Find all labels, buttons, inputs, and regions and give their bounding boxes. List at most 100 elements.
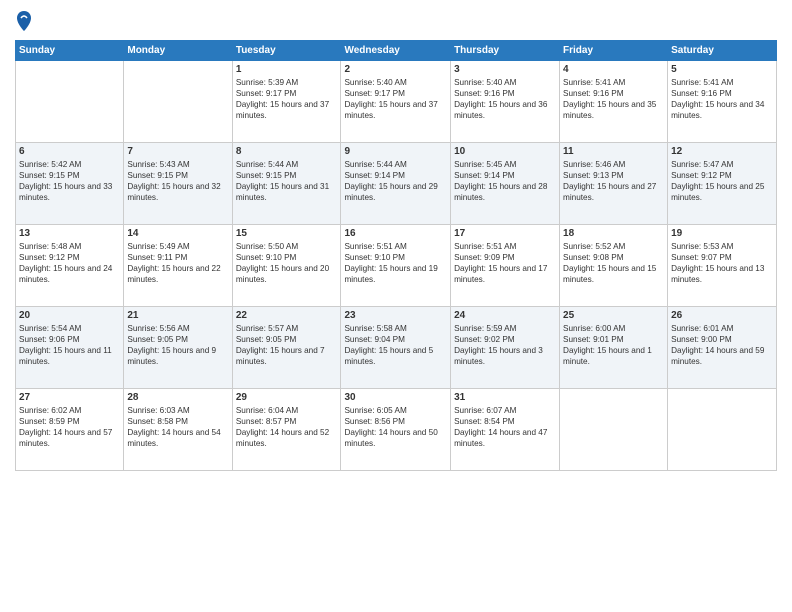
day-number: 31 <box>454 392 556 403</box>
weekday-header-monday: Monday <box>124 41 232 61</box>
calendar-cell: 24 Sunrise: 5:59 AMSunset: 9:02 PMDayligh… <box>451 307 560 389</box>
day-info: Sunrise: 6:00 AMSunset: 9:01 PMDaylight:… <box>563 323 664 367</box>
page-header <box>15 10 777 32</box>
day-number: 24 <box>454 310 556 321</box>
day-info: Sunrise: 5:46 AMSunset: 9:13 PMDaylight:… <box>563 159 664 203</box>
calendar-cell: 12 Sunrise: 5:47 AMSunset: 9:12 PMDayligh… <box>668 143 777 225</box>
day-number: 26 <box>671 310 773 321</box>
day-info: Sunrise: 5:51 AMSunset: 9:10 PMDaylight:… <box>344 241 447 285</box>
calendar-cell: 6 Sunrise: 5:42 AMSunset: 9:15 PMDaylight… <box>16 143 124 225</box>
calendar-cell: 14 Sunrise: 5:49 AMSunset: 9:11 PMDayligh… <box>124 225 232 307</box>
calendar-cell: 26 Sunrise: 6:01 AMSunset: 9:00 PMDayligh… <box>668 307 777 389</box>
calendar-cell: 22Sunrise: 5:57 AMSunset: 9:05 PMDayligh… <box>232 307 341 389</box>
calendar-cell: 13 Sunrise: 5:48 AMSunset: 9:12 PMDayligh… <box>16 225 124 307</box>
day-number: 25 <box>563 310 664 321</box>
calendar-cell: 30 Sunrise: 6:05 AMSunset: 8:56 PMDayligh… <box>341 389 451 471</box>
day-info: Sunrise: 5:48 AMSunset: 9:12 PMDaylight:… <box>19 241 120 285</box>
calendar-cell: 28 Sunrise: 6:03 AMSunset: 8:58 PMDayligh… <box>124 389 232 471</box>
day-number: 23 <box>344 310 447 321</box>
day-number: 10 <box>454 146 556 157</box>
calendar-cell: 29Sunrise: 6:04 AMSunset: 8:57 PMDayligh… <box>232 389 341 471</box>
day-number: 3 <box>454 64 556 75</box>
calendar-cell: 9Sunrise: 5:44 AMSunset: 9:14 PMDaylight… <box>341 143 451 225</box>
day-number: 21 <box>127 310 228 321</box>
day-number: 19 <box>671 228 773 239</box>
day-number: 2 <box>344 64 447 75</box>
calendar-week-5: 27 Sunrise: 6:02 AMSunset: 8:59 PMDayligh… <box>16 389 777 471</box>
calendar-cell: 20 Sunrise: 5:54 AMSunset: 9:06 PMDayligh… <box>16 307 124 389</box>
calendar-cell: 19Sunrise: 5:53 AMSunset: 9:07 PMDayligh… <box>668 225 777 307</box>
day-info: Sunrise: 5:43 AMSunset: 9:15 PMDaylight:… <box>127 159 228 203</box>
day-info: Sunrise: 5:47 AMSunset: 9:12 PMDaylight:… <box>671 159 773 203</box>
day-info: Sunrise: 6:01 AMSunset: 9:00 PMDaylight:… <box>671 323 773 367</box>
calendar-week-2: 6 Sunrise: 5:42 AMSunset: 9:15 PMDaylight… <box>16 143 777 225</box>
day-number: 13 <box>19 228 120 239</box>
calendar-table: SundayMondayTuesdayWednesdayThursdayFrid… <box>15 40 777 471</box>
day-number: 17 <box>454 228 556 239</box>
day-number: 30 <box>344 392 447 403</box>
day-info: Sunrise: 5:57 AMSunset: 9:05 PMDaylight:… <box>236 323 338 367</box>
calendar-cell: 11 Sunrise: 5:46 AMSunset: 9:13 PMDayligh… <box>560 143 668 225</box>
day-info: Sunrise: 5:50 AMSunset: 9:10 PMDaylight:… <box>236 241 338 285</box>
calendar-cell <box>16 61 124 143</box>
calendar-week-4: 20 Sunrise: 5:54 AMSunset: 9:06 PMDayligh… <box>16 307 777 389</box>
day-info: Sunrise: 5:49 AMSunset: 9:11 PMDaylight:… <box>127 241 228 285</box>
day-number: 27 <box>19 392 120 403</box>
weekday-header-sunday: Sunday <box>16 41 124 61</box>
calendar-cell: 18Sunrise: 5:52 AMSunset: 9:08 PMDayligh… <box>560 225 668 307</box>
calendar-cell: 5 Sunrise: 5:41 AMSunset: 9:16 PMDaylight… <box>668 61 777 143</box>
day-info: Sunrise: 5:41 AMSunset: 9:16 PMDaylight:… <box>671 77 773 121</box>
calendar-cell: 4 Sunrise: 5:41 AMSunset: 9:16 PMDaylight… <box>560 61 668 143</box>
logo-icon <box>15 10 33 32</box>
calendar-cell <box>560 389 668 471</box>
day-info: Sunrise: 5:40 AMSunset: 9:16 PMDaylight:… <box>454 77 556 121</box>
calendar-cell <box>668 389 777 471</box>
calendar-cell: 27 Sunrise: 6:02 AMSunset: 8:59 PMDayligh… <box>16 389 124 471</box>
day-number: 28 <box>127 392 228 403</box>
day-info: Sunrise: 5:39 AMSunset: 9:17 PMDaylight:… <box>236 77 338 121</box>
day-number: 15 <box>236 228 338 239</box>
day-number: 8 <box>236 146 338 157</box>
weekday-header-thursday: Thursday <box>451 41 560 61</box>
calendar-cell: 2 Sunrise: 5:40 AMSunset: 9:17 PMDaylight… <box>341 61 451 143</box>
day-number: 29 <box>236 392 338 403</box>
weekday-header-tuesday: Tuesday <box>232 41 341 61</box>
day-number: 5 <box>671 64 773 75</box>
day-number: 4 <box>563 64 664 75</box>
day-info: Sunrise: 5:51 AMSunset: 9:09 PMDaylight:… <box>454 241 556 285</box>
day-info: Sunrise: 5:41 AMSunset: 9:16 PMDaylight:… <box>563 77 664 121</box>
weekday-header-friday: Friday <box>560 41 668 61</box>
day-info: Sunrise: 6:05 AMSunset: 8:56 PMDaylight:… <box>344 405 447 449</box>
day-info: Sunrise: 5:54 AMSunset: 9:06 PMDaylight:… <box>19 323 120 367</box>
calendar-cell: 23 Sunrise: 5:58 AMSunset: 9:04 PMDayligh… <box>341 307 451 389</box>
day-number: 12 <box>671 146 773 157</box>
logo <box>15 10 36 32</box>
day-info: Sunrise: 5:40 AMSunset: 9:17 PMDaylight:… <box>344 77 447 121</box>
day-number: 14 <box>127 228 228 239</box>
day-number: 7 <box>127 146 228 157</box>
day-info: Sunrise: 6:03 AMSunset: 8:58 PMDaylight:… <box>127 405 228 449</box>
calendar-cell: 17 Sunrise: 5:51 AMSunset: 9:09 PMDayligh… <box>451 225 560 307</box>
calendar-cell: 31 Sunrise: 6:07 AMSunset: 8:54 PMDayligh… <box>451 389 560 471</box>
day-number: 6 <box>19 146 120 157</box>
day-number: 11 <box>563 146 664 157</box>
calendar-cell: 16Sunrise: 5:51 AMSunset: 9:10 PMDayligh… <box>341 225 451 307</box>
day-info: Sunrise: 5:58 AMSunset: 9:04 PMDaylight:… <box>344 323 447 367</box>
day-number: 1 <box>236 64 338 75</box>
day-number: 18 <box>563 228 664 239</box>
calendar-week-1: 1 Sunrise: 5:39 AMSunset: 9:17 PMDaylight… <box>16 61 777 143</box>
day-info: Sunrise: 5:44 AMSunset: 9:15 PMDaylight:… <box>236 159 338 203</box>
day-number: 20 <box>19 310 120 321</box>
day-info: Sunrise: 6:07 AMSunset: 8:54 PMDaylight:… <box>454 405 556 449</box>
calendar-cell: 7 Sunrise: 5:43 AMSunset: 9:15 PMDaylight… <box>124 143 232 225</box>
day-info: Sunrise: 5:44 AMSunset: 9:14 PMDaylight:… <box>344 159 447 203</box>
day-info: Sunrise: 5:42 AMSunset: 9:15 PMDaylight:… <box>19 159 120 203</box>
day-info: Sunrise: 5:45 AMSunset: 9:14 PMDaylight:… <box>454 159 556 203</box>
calendar-cell <box>124 61 232 143</box>
weekday-header-row: SundayMondayTuesdayWednesdayThursdayFrid… <box>16 41 777 61</box>
day-info: Sunrise: 6:02 AMSunset: 8:59 PMDaylight:… <box>19 405 120 449</box>
calendar-cell: 15 Sunrise: 5:50 AMSunset: 9:10 PMDayligh… <box>232 225 341 307</box>
calendar-cell: 8 Sunrise: 5:44 AMSunset: 9:15 PMDaylight… <box>232 143 341 225</box>
day-info: Sunrise: 5:56 AMSunset: 9:05 PMDaylight:… <box>127 323 228 367</box>
day-info: Sunrise: 5:59 AMSunset: 9:02 PMDaylight:… <box>454 323 556 367</box>
